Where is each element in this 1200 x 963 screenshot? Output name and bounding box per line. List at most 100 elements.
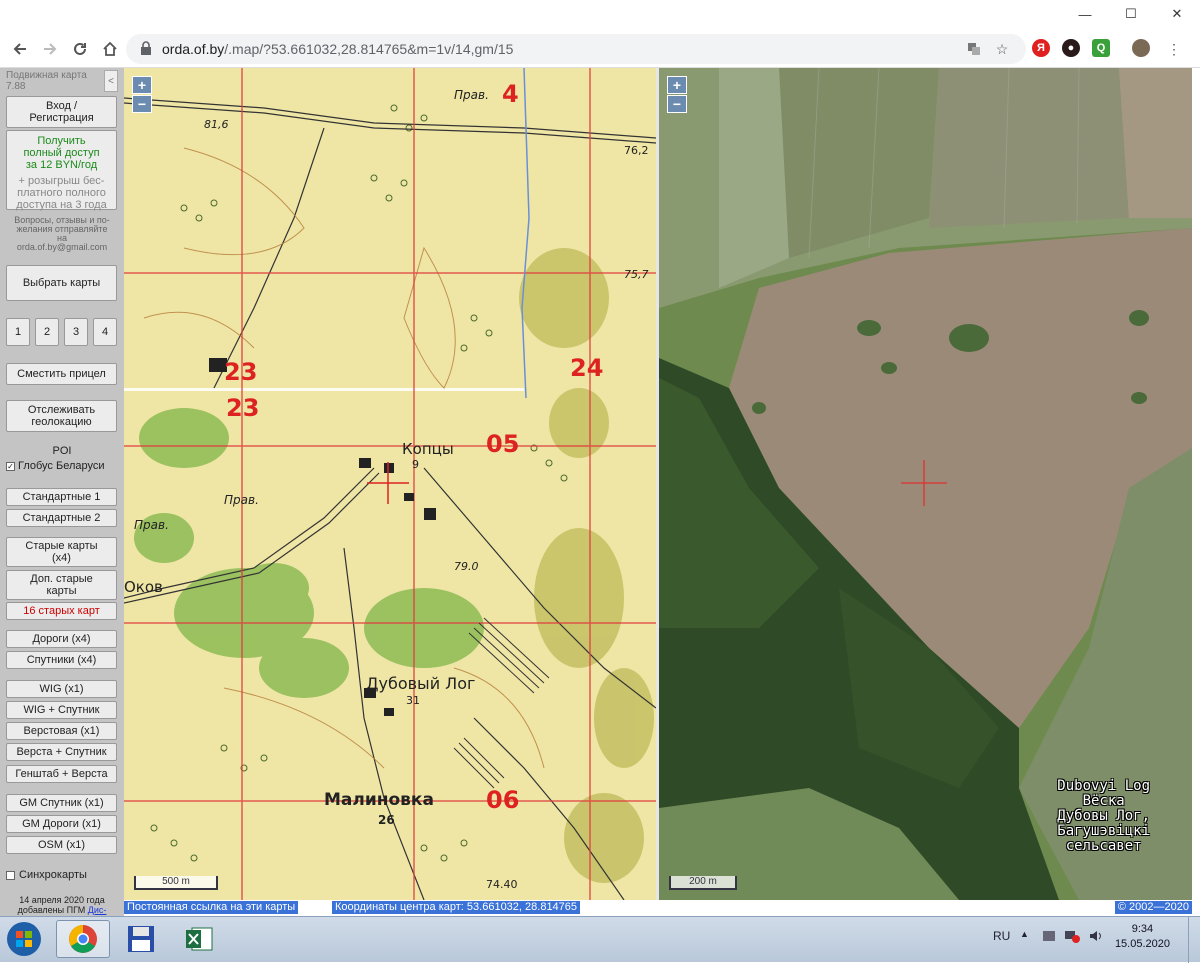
grid-number-24: 24: [570, 354, 604, 382]
taskbar-clock[interactable]: 9:34 15.05.2020: [1115, 922, 1170, 952]
versta-satellite-button[interactable]: Верста + Спутник: [6, 743, 117, 761]
start-button[interactable]: [2, 920, 46, 958]
browser-menu-icon[interactable]: ⋮: [1164, 39, 1184, 59]
globus-toggle[interactable]: ✓ Глобус Беларуси: [6, 460, 105, 472]
sync-label: Синхрокарты: [19, 869, 87, 881]
gm-satellite-button[interactable]: GM Спутник (x1): [6, 794, 117, 812]
map-count-3-button[interactable]: 3: [64, 318, 88, 346]
chrome-icon: [69, 925, 97, 953]
gm-roads-button[interactable]: GM Дороги (x1): [6, 815, 117, 833]
contact-note: Вопросы, отзывы и по- желания отправляйт…: [14, 215, 110, 252]
tray-app-icon[interactable]: [1042, 929, 1056, 946]
browser-chrome: — ☐ ✕ orda.of.by/.map/?53.661032,28.8147…: [0, 0, 1200, 68]
wig-button[interactable]: WIG (x1): [6, 680, 117, 698]
zoom-out-button-right[interactable]: −: [667, 95, 687, 113]
show-desktop-button[interactable]: [1188, 917, 1200, 963]
windows-start-icon: [7, 922, 41, 956]
yandex-extension-icon[interactable]: Я: [1032, 39, 1050, 57]
raffle-line-3: доступа на 3 года: [16, 199, 107, 211]
excel-icon: [186, 927, 213, 951]
forward-button[interactable]: [38, 37, 62, 61]
satellite-canvas: [659, 68, 1192, 900]
reload-icon: [74, 42, 86, 55]
map-label-prav-mid: Прав.: [224, 493, 259, 507]
network-icon[interactable]: [1064, 929, 1080, 946]
taskbar-chrome[interactable]: [56, 920, 110, 958]
globus-label: Глобус Беларуси: [18, 460, 105, 472]
permalink-link[interactable]: Постоянная ссылка на эти карты: [124, 901, 299, 914]
place-label: Dubovyi Log Вёска Дубовы Лог, Багушэвіцк…: [1057, 778, 1150, 854]
satellites-button[interactable]: Спутники (x4): [6, 651, 117, 669]
satellite-map-panel[interactable]: + − Dubovyi Log Вёска Дубовы Лог, Багушэ…: [659, 68, 1192, 900]
back-button[interactable]: [8, 37, 32, 61]
profile-avatar[interactable]: [1132, 39, 1150, 57]
sixteen-old-maps-button[interactable]: 16 старых карт: [6, 602, 117, 620]
maximize-button[interactable]: ☐: [1108, 0, 1154, 28]
sync-maps-toggle[interactable]: Синхрокарты: [6, 869, 87, 881]
window-controls: — ☐ ✕: [1062, 0, 1200, 28]
map-label-height-762: 76,2: [624, 144, 649, 157]
windows-taskbar: RU ▲ 9:34 15.05.2020: [0, 916, 1200, 963]
clock-date: 15.05.2020: [1114, 938, 1170, 950]
app-title: Подвижная карта 7.88: [6, 70, 87, 92]
shift-crosshair-button[interactable]: Сместить прицел: [6, 363, 117, 385]
taskbar-excel[interactable]: [172, 920, 226, 958]
map-label-height-744: 74.40: [486, 878, 518, 891]
old-maps-button[interactable]: Старые карты (x4): [6, 537, 117, 567]
arrow-left-icon: [13, 43, 26, 55]
checkbox-unchecked-icon[interactable]: [6, 870, 15, 880]
wig-satellite-button[interactable]: WIG + Спутник: [6, 701, 117, 719]
close-window-button[interactable]: ✕: [1154, 0, 1200, 28]
bookmark-star-icon[interactable]: ☆: [992, 39, 1012, 59]
full-access-button[interactable]: Получить полный доступ за 12 BYN/год + р…: [6, 130, 117, 211]
extra-old-maps-button[interactable]: Доп. старые карты: [6, 570, 117, 600]
zoom-in-button[interactable]: +: [132, 76, 152, 94]
poi-label: POI: [52, 445, 72, 457]
standard-2-button[interactable]: Стандартные 2: [6, 509, 117, 527]
scale-bar-left: 500 m: [134, 876, 218, 890]
reload-button[interactable]: [68, 37, 92, 61]
translate-icon[interactable]: [964, 39, 984, 59]
access-line-1: Получить: [37, 135, 86, 147]
map-label-koptsy: Копцы: [402, 440, 454, 458]
floppy-disk-icon: [128, 926, 154, 952]
zoom-out-button[interactable]: −: [132, 95, 152, 113]
osm-button[interactable]: OSM (x1): [6, 836, 117, 854]
minimize-button[interactable]: —: [1062, 0, 1108, 28]
collapse-sidebar-button[interactable]: <: [104, 70, 118, 92]
home-button[interactable]: [98, 37, 122, 61]
map-label-malinovka-num: 26: [378, 813, 395, 827]
zoom-in-button-right[interactable]: +: [667, 76, 687, 94]
volume-icon[interactable]: [1088, 929, 1104, 946]
clock-time: 9:34: [1131, 923, 1154, 935]
versta-button[interactable]: Верстовая (x1): [6, 722, 117, 740]
map-count-1-button[interactable]: 1: [6, 318, 30, 346]
old-map-panel[interactable]: + − Прав. 81,6 76,2 75,7 Копцы 9 Прав. П…: [124, 68, 656, 900]
raffle-line-1: + розыгрыш бес-: [18, 175, 105, 187]
lock-icon: [141, 41, 151, 55]
map-label-malinovka: Малиновка: [324, 790, 434, 810]
map-count-2-button[interactable]: 2: [35, 318, 59, 346]
genshtab-versta-button[interactable]: Генштаб + Верста: [6, 765, 117, 783]
grid-number-05: 05: [486, 430, 520, 458]
taskbar-save-app[interactable]: [114, 920, 168, 958]
tray-expand-icon[interactable]: ▲: [1020, 929, 1029, 939]
sidebar: Подвижная карта 7.88 < Вход / Регистраци…: [0, 68, 124, 918]
map-info-bar: Постоянная ссылка на эти карты Координат…: [124, 900, 1192, 916]
choose-maps-button[interactable]: Выбрать карты: [6, 265, 117, 301]
old-map-canvas: [124, 68, 656, 900]
standard-1-button[interactable]: Стандартные 1: [6, 488, 117, 506]
map-count-4-button[interactable]: 4: [93, 318, 117, 346]
arrow-right-icon: [44, 43, 57, 55]
checkbox-checked-icon[interactable]: ✓: [6, 461, 15, 471]
q-extension-icon[interactable]: Q: [1092, 39, 1110, 57]
center-coordinates[interactable]: Координаты центра карт: 53.661032, 28.81…: [332, 901, 581, 914]
track-geolocation-button[interactable]: Отслеживать геолокацию: [6, 400, 117, 432]
ladybug-extension-icon[interactable]: ●: [1062, 39, 1080, 57]
login-button[interactable]: Вход / Регистрация: [6, 96, 117, 128]
language-indicator[interactable]: RU: [993, 929, 1010, 943]
roads-button[interactable]: Дороги (x4): [6, 630, 117, 648]
footnote-link[interactable]: Дис-: [88, 905, 107, 915]
map-label-height-790: 79.0: [454, 560, 479, 573]
address-bar[interactable]: orda.of.by/.map/?53.661032,28.814765&m=1…: [126, 34, 1026, 64]
